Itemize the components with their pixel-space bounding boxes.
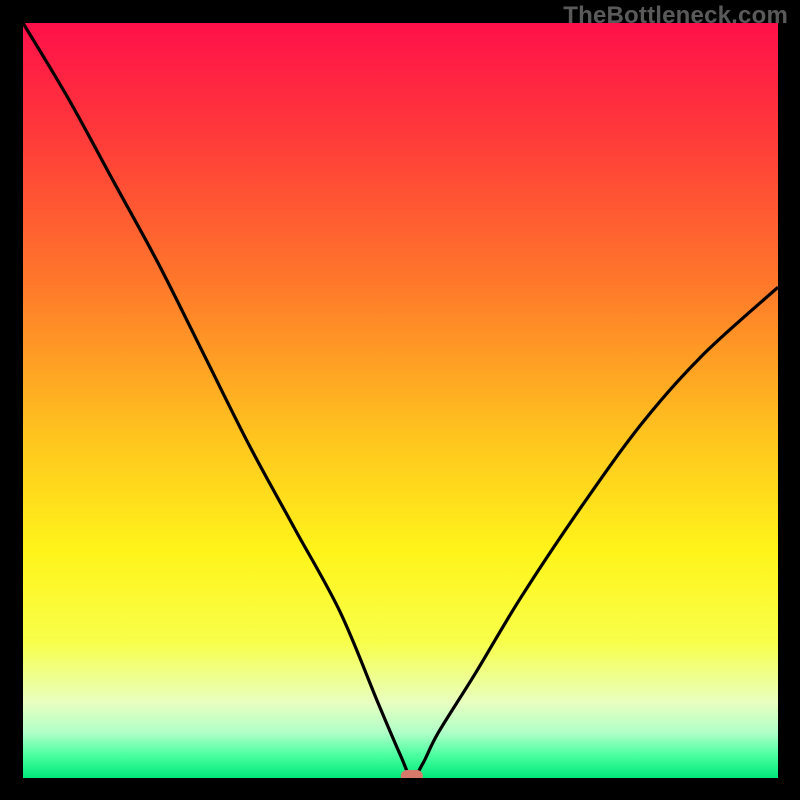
bottleneck-chart: [23, 23, 778, 778]
chart-frame: TheBottleneck.com: [0, 0, 800, 800]
plot-area: [23, 23, 778, 778]
watermark-text: TheBottleneck.com: [563, 2, 788, 30]
gradient-background: [23, 23, 778, 778]
optimal-marker: [401, 770, 423, 778]
